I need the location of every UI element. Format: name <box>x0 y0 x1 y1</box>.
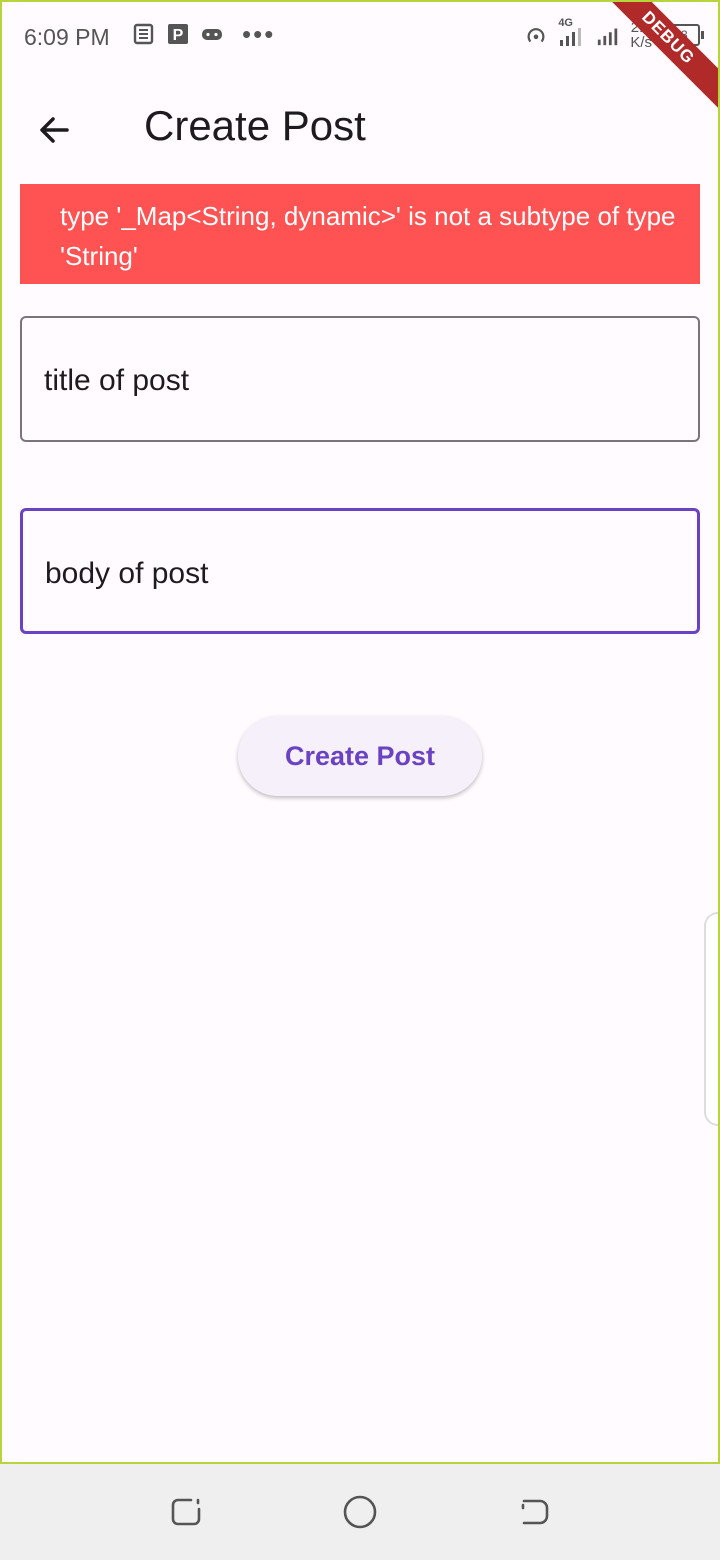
system-nav-bar <box>0 1464 720 1560</box>
back-button[interactable] <box>28 104 80 156</box>
error-banner: type '_Map<String, dynamic>' is not a su… <box>20 184 700 284</box>
network-type-label: 4G <box>558 17 573 29</box>
news-icon <box>132 22 156 46</box>
notification-icons: P ••• <box>132 19 276 49</box>
recent-apps-icon <box>171 1498 201 1526</box>
svg-text:P: P <box>173 27 184 44</box>
arrow-back-icon <box>40 117 69 143</box>
body-field[interactable] <box>20 508 700 634</box>
title-input[interactable] <box>44 356 664 406</box>
body-input[interactable] <box>45 549 665 599</box>
more-notifications-icon: ••• <box>242 19 276 49</box>
nav-back-icon <box>521 1499 549 1525</box>
app-screen: 6:09 PM P ••• 4G 2. <box>0 0 720 1464</box>
create-post-button[interactable]: Create Post <box>238 716 482 796</box>
recent-apps-button[interactable] <box>166 1492 206 1532</box>
home-button[interactable] <box>340 1492 380 1532</box>
status-bar: 6:09 PM P ••• 4G 2. <box>2 2 718 112</box>
title-field[interactable] <box>20 316 700 442</box>
parking-app-icon: P <box>166 22 190 46</box>
status-time: 6:09 PM <box>24 24 110 50</box>
hotspot-icon <box>524 23 548 47</box>
signal-4g-icon: 4G <box>558 17 586 47</box>
page-title: Create Post <box>144 102 366 149</box>
home-circle-icon <box>343 1495 377 1529</box>
signal-bars-icon <box>596 23 620 47</box>
app-bar: Create Post <box>2 74 718 182</box>
nav-back-button[interactable] <box>514 1492 554 1532</box>
edge-panel-handle[interactable] <box>704 912 718 1126</box>
gamepad-icon <box>200 22 224 46</box>
